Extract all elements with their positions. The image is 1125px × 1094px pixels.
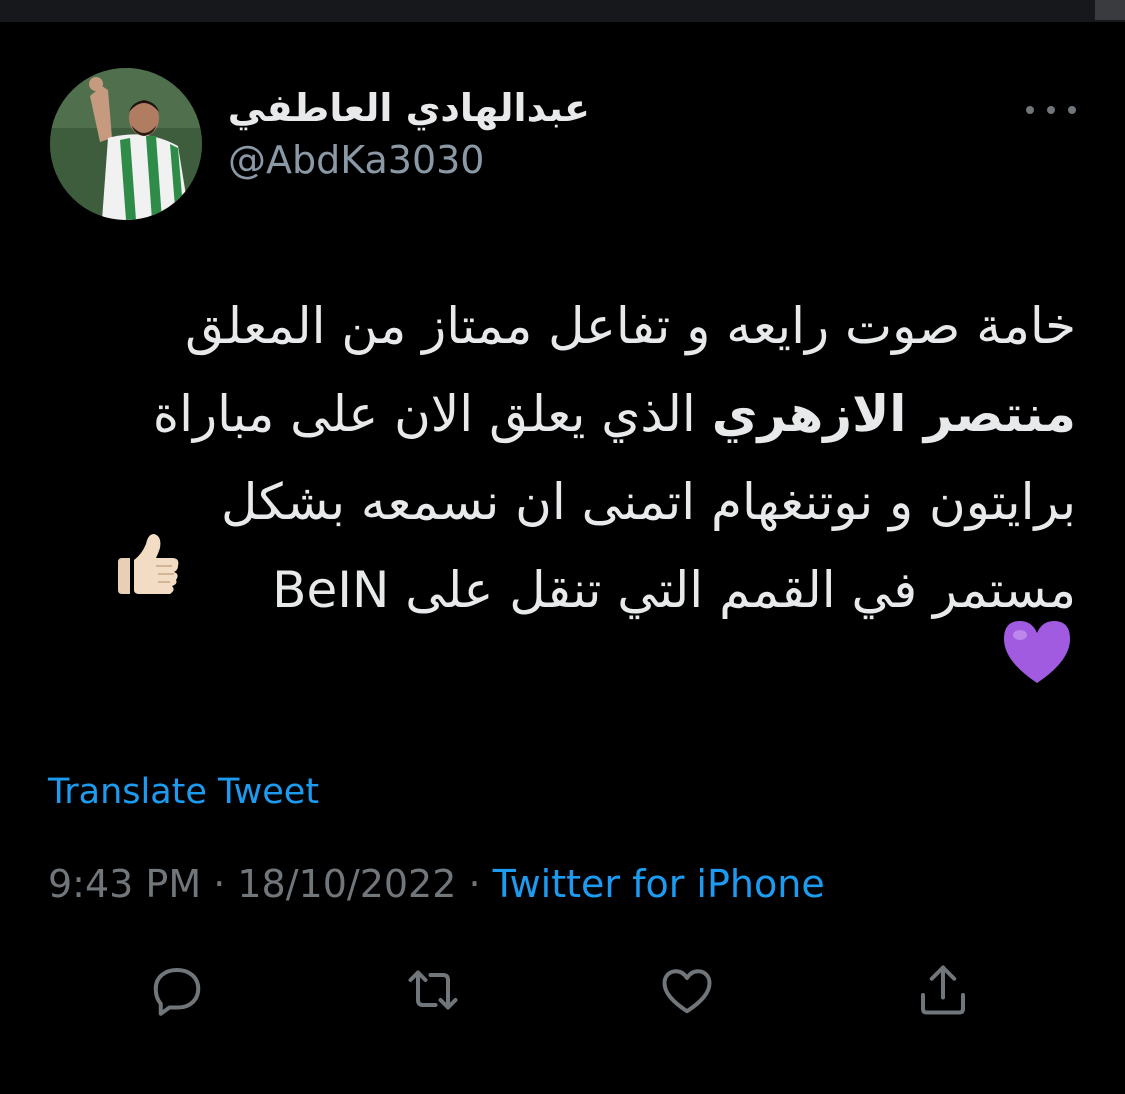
action-bar bbox=[0, 955, 1125, 1035]
top-strip bbox=[0, 0, 1125, 22]
more-options-icon[interactable] bbox=[1026, 96, 1076, 124]
tweet-meta: 9:43 PM · 18/10/2022 · Twitter for iPhon… bbox=[48, 862, 825, 906]
purple-heart-emoji bbox=[1004, 621, 1070, 683]
avatar[interactable] bbox=[50, 68, 202, 220]
tweet-line-text: خامة صوت رايعه و تفاعل ممتاز من المعلق bbox=[185, 297, 1076, 355]
tweet-line: مستمر في القمم التي تنقل على BeIN bbox=[40, 546, 1076, 634]
meta-separator: · bbox=[456, 862, 493, 906]
reply-icon bbox=[153, 968, 201, 1016]
more-dot bbox=[1026, 106, 1034, 114]
thumbs-up-light-skin-emoji bbox=[118, 534, 179, 594]
meta-separator: · bbox=[201, 862, 238, 906]
tweet-line-text: الذي يعلق الان على مباراة bbox=[152, 385, 712, 443]
tweet-date[interactable]: 18/10/2022 bbox=[237, 862, 456, 906]
top-corner-box bbox=[1095, 0, 1125, 20]
tweet-line-text: برايتون و نوتنغهام اتمنى ان نسمعه بشكل bbox=[220, 473, 1076, 531]
translate-tweet-link[interactable]: Translate Tweet bbox=[48, 772, 319, 812]
retweet-button[interactable] bbox=[398, 955, 468, 1025]
retweet-icon bbox=[408, 970, 458, 1010]
tweet-line: برايتون و نوتنغهام اتمنى ان نسمعه بشكل bbox=[40, 458, 1076, 546]
like-icon bbox=[662, 969, 712, 1014]
tweet-line-text: مستمر في القمم التي تنقل على BeIN bbox=[272, 561, 1076, 619]
tweet-text: خامة صوت رايعه و تفاعل ممتاز من المعلق م… bbox=[40, 282, 1076, 634]
share-button[interactable] bbox=[908, 955, 978, 1025]
author-handle[interactable]: @AbdKa3030 bbox=[228, 138, 484, 182]
tweet-source-link[interactable]: Twitter for iPhone bbox=[493, 862, 825, 906]
like-button[interactable] bbox=[652, 955, 722, 1025]
tweet-line: منتصر الازهري الذي يعلق الان على مباراة bbox=[40, 370, 1076, 458]
tweet-detail-page: عبدالهادي العاطفي @AbdKa3030 خامة صوت را… bbox=[0, 0, 1125, 1094]
author-display-name[interactable]: عبدالهادي العاطفي bbox=[220, 86, 590, 130]
tweet-time[interactable]: 9:43 PM bbox=[48, 862, 201, 906]
share-icon bbox=[921, 965, 965, 1015]
reply-button[interactable] bbox=[142, 955, 212, 1025]
more-dot bbox=[1047, 106, 1055, 114]
more-dot bbox=[1068, 106, 1076, 114]
avatar-photo bbox=[50, 68, 202, 220]
commentator-name: منتصر الازهري bbox=[711, 385, 1076, 443]
tweet-line: خامة صوت رايعه و تفاعل ممتاز من المعلق bbox=[40, 282, 1076, 370]
